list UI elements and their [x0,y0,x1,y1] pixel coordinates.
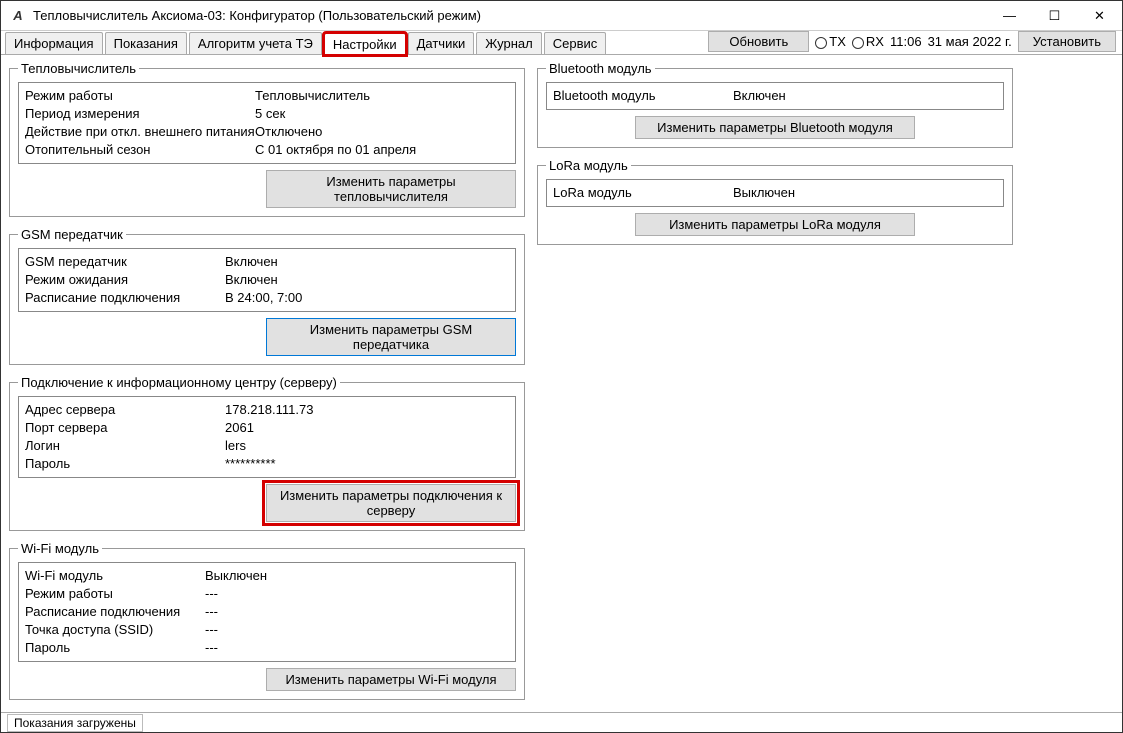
wifi-r4k: Пароль [25,639,205,657]
calc-r2v: Отключено [255,123,509,141]
srv-r2v: lers [225,437,509,455]
group-server-rows: Адрес сервера178.218.111.73 Порт сервера… [18,396,516,478]
server-edit-button[interactable]: Изменить параметры подключения к серверу [266,484,516,522]
content: Тепловычислитель Режим работыТепловычисл… [1,55,1122,706]
tab-algorithm[interactable]: Алгоритм учета ТЭ [189,32,322,54]
gsm-r2v: В 24:00, 7:00 [225,289,509,307]
tab-settings[interactable]: Настройки [324,33,406,55]
maximize-button[interactable]: ☐ [1032,1,1077,30]
tabbar: Информация Показания Алгоритм учета ТЭ Н… [1,31,1122,55]
lora-r0v: Выключен [733,184,997,202]
group-gsm: GSM передатчик GSM передатчикВключен Реж… [9,227,525,365]
rx-indicator: RX [852,34,884,49]
srv-r2k: Логин [25,437,225,455]
calc-r3k: Отопительный сезон [25,141,255,159]
tab-service[interactable]: Сервис [544,32,607,54]
gsm-r0k: GSM передатчик [25,253,225,271]
status-text: Показания загружены [7,714,143,732]
refresh-button[interactable]: Обновить [708,31,809,52]
calc-r0k: Режим работы [25,87,255,105]
group-bt: Bluetooth модуль Bluetooth модульВключен… [537,61,1013,148]
calc-r2k: Действие при откл. внешнего питания [25,123,255,141]
install-button[interactable]: Установить [1018,31,1116,52]
group-calc-rows: Режим работыТепловычислитель Период изме… [18,82,516,164]
wifi-r4v: --- [205,639,509,657]
bt-r0k: Bluetooth модуль [553,87,733,105]
gsm-r1k: Режим ожидания [25,271,225,289]
srv-r3v: ********** [225,455,509,473]
statusbar: Показания загружены [1,712,1122,732]
minimize-button[interactable]: — [987,1,1032,30]
wifi-r0v: Выключен [205,567,509,585]
left-column: Тепловычислитель Режим работыТепловычисл… [9,61,525,700]
group-lora-legend: LoRa модуль [546,158,631,173]
group-calc-legend: Тепловычислитель [18,61,139,76]
group-lora-rows: LoRa модульВыключен [546,179,1004,207]
gsm-edit-button[interactable]: Изменить параметры GSM передатчика [266,318,516,356]
bt-r0v: Включен [733,87,997,105]
gsm-r0v: Включен [225,253,509,271]
clock-time: 11:06 [890,34,922,49]
group-gsm-legend: GSM передатчик [18,227,126,242]
calc-r1v: 5 сек [255,105,509,123]
srv-r1v: 2061 [225,419,509,437]
group-server-legend: Подключение к информационному центру (се… [18,375,340,390]
window-title: Тепловычислитель Аксиома-03: Конфигурато… [33,8,987,23]
gsm-r1v: Включен [225,271,509,289]
app-icon: A [9,7,27,25]
wifi-r2v: --- [205,603,509,621]
calc-r1k: Период измерения [25,105,255,123]
group-calc: Тепловычислитель Режим работыТепловычисл… [9,61,525,217]
close-button[interactable]: ✕ [1077,1,1122,30]
wifi-r1k: Режим работы [25,585,205,603]
wifi-r3v: --- [205,621,509,639]
srv-r3k: Пароль [25,455,225,473]
wifi-r0k: Wi-Fi модуль [25,567,205,585]
group-gsm-rows: GSM передатчикВключен Режим ожиданияВклю… [18,248,516,312]
group-server: Подключение к информационному центру (се… [9,375,525,531]
tx-radio-icon [815,37,827,49]
srv-r0k: Адрес сервера [25,401,225,419]
rx-radio-icon [852,37,864,49]
tab-readings[interactable]: Показания [105,32,187,54]
titlebar: A Тепловычислитель Аксиома-03: Конфигура… [1,1,1122,31]
wifi-r1v: --- [205,585,509,603]
lora-r0k: LoRa модуль [553,184,733,202]
group-lora: LoRa модуль LoRa модульВыключен Изменить… [537,158,1013,245]
tab-journal[interactable]: Журнал [476,32,541,54]
calc-r0v: Тепловычислитель [255,87,509,105]
right-column: Bluetooth модуль Bluetooth модульВключен… [537,61,1013,700]
lora-edit-button[interactable]: Изменить параметры LoRa модуля [635,213,915,236]
group-wifi-legend: Wi-Fi модуль [18,541,102,556]
group-bt-legend: Bluetooth модуль [546,61,655,76]
srv-r1k: Порт сервера [25,419,225,437]
wifi-r3k: Точка доступа (SSID) [25,621,205,639]
wifi-edit-button[interactable]: Изменить параметры Wi-Fi модуля [266,668,516,691]
tab-info[interactable]: Информация [5,32,103,54]
calc-r3v: С 01 октября по 01 апреля [255,141,509,159]
group-bt-rows: Bluetooth модульВключен [546,82,1004,110]
wifi-r2k: Расписание подключения [25,603,205,621]
clock-date: 31 мая 2022 г. [928,34,1012,49]
srv-r0v: 178.218.111.73 [225,401,509,419]
bt-edit-button[interactable]: Изменить параметры Bluetooth модуля [635,116,915,139]
tx-indicator: TX [815,34,846,49]
tab-sensors[interactable]: Датчики [408,32,475,54]
calc-edit-button[interactable]: Изменить параметры тепловычислителя [266,170,516,208]
group-wifi: Wi-Fi модуль Wi-Fi модульВыключен Режим … [9,541,525,700]
group-wifi-rows: Wi-Fi модульВыключен Режим работы--- Рас… [18,562,516,662]
gsm-r2k: Расписание подключения [25,289,225,307]
